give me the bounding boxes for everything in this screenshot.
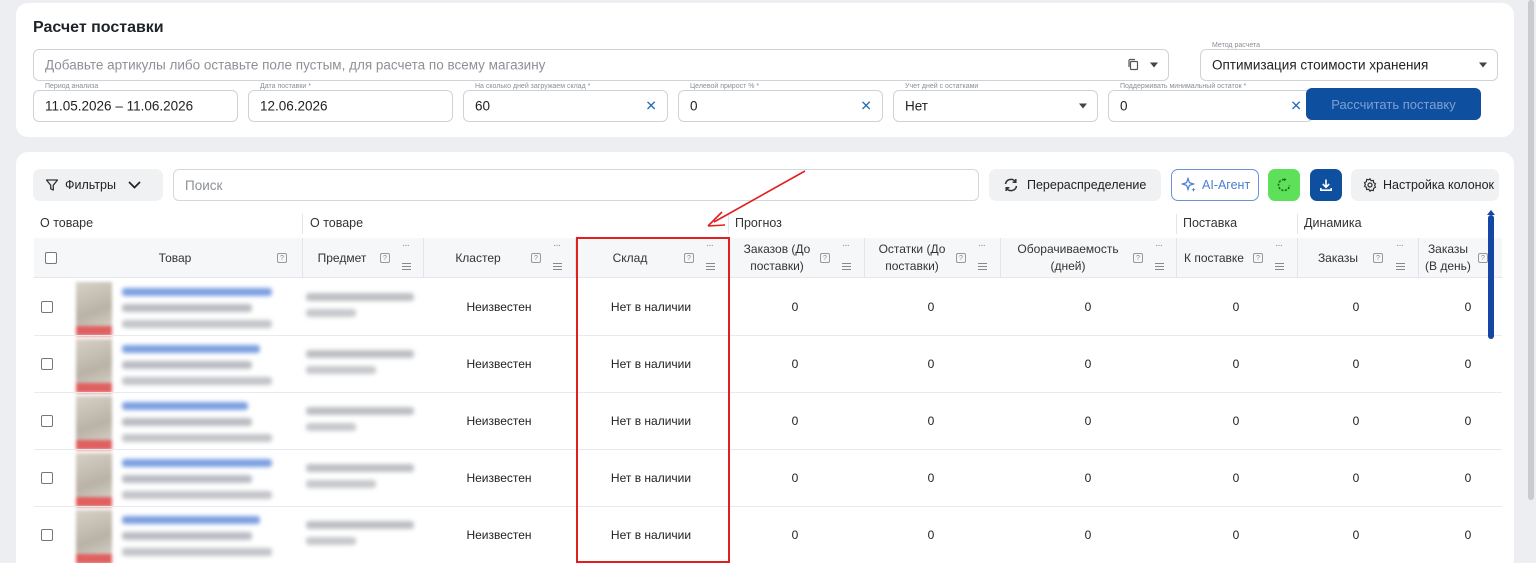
arrow-annotation [707, 170, 806, 227]
page-scrollbar[interactable] [1528, 0, 1534, 500]
table-scrollbar[interactable] [1488, 215, 1494, 339]
